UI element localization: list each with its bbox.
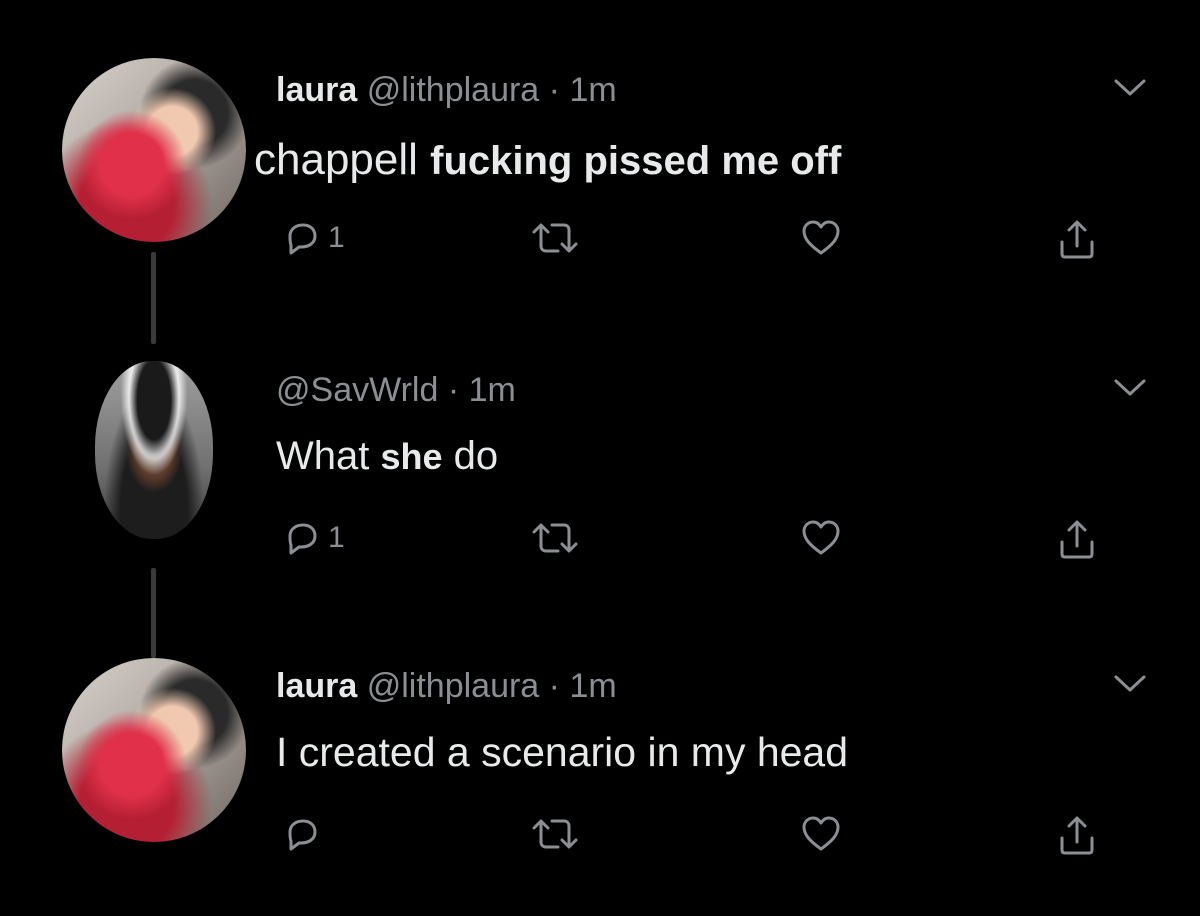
avatar[interactable]: [95, 361, 213, 539]
tweet-header: laura @lithplaura · 1m: [276, 666, 617, 706]
separator: ·: [548, 667, 560, 705]
tweet-text-part: do: [453, 434, 499, 478]
reply-count: 1: [328, 221, 345, 254]
chevron-down-icon[interactable]: [1112, 76, 1148, 100]
tweet[interactable]: laura @lithplaura · 1m chappell fucking …: [0, 58, 1200, 338]
retweet-button[interactable]: [530, 814, 580, 854]
share-button[interactable]: [1056, 518, 1098, 562]
tweet-actions: 1: [0, 518, 1200, 578]
handle[interactable]: @lithplaura: [367, 667, 540, 705]
like-button[interactable]: [800, 518, 842, 558]
tweet-text-part: I created a scenario in my head: [276, 729, 849, 775]
retweet-icon: [532, 223, 578, 253]
tweet-text-part: What: [276, 434, 370, 478]
tweet-header: laura @lithplaura · 1m: [276, 70, 617, 110]
reply-button[interactable]: 1: [282, 518, 345, 558]
reply-icon: [288, 223, 317, 255]
timestamp[interactable]: 1m: [569, 71, 616, 109]
timestamp[interactable]: 1m: [469, 371, 516, 409]
tweet-actions: [0, 814, 1200, 874]
share-icon: [1060, 520, 1094, 559]
retweet-button[interactable]: [530, 518, 580, 558]
separator: ·: [548, 71, 560, 109]
tweet-text: What she do: [276, 432, 498, 481]
display-name[interactable]: laura: [276, 71, 357, 109]
heart-icon: [802, 520, 840, 555]
timestamp[interactable]: 1m: [569, 667, 616, 705]
chevron-down-icon[interactable]: [1112, 376, 1148, 400]
share-button[interactable]: [1056, 814, 1098, 858]
tweet-text: I created a scenario in my head: [276, 728, 848, 776]
heart-icon: [802, 220, 840, 255]
like-button[interactable]: [800, 814, 842, 854]
share-button[interactable]: [1056, 218, 1098, 262]
separator: ·: [447, 371, 460, 409]
retweet-icon: [532, 523, 578, 553]
reply-count: 1: [328, 521, 345, 554]
reply-icon: [288, 819, 317, 851]
thread-line: [151, 568, 156, 658]
reply-button[interactable]: 1: [282, 218, 345, 258]
handle[interactable]: @SavWrld: [276, 371, 438, 409]
tweet-text-part: fucking pissed me off: [430, 139, 842, 183]
heart-icon: [802, 816, 840, 851]
display-name[interactable]: laura: [276, 667, 357, 705]
share-icon: [1060, 816, 1094, 855]
tweet-text-part: chappell: [254, 135, 418, 184]
like-button[interactable]: [800, 218, 842, 258]
tweet-text-part: she: [380, 436, 443, 477]
reply-icon: [288, 523, 317, 555]
handle[interactable]: @lithplaura: [367, 71, 540, 109]
reply-button[interactable]: [282, 814, 328, 854]
avatar[interactable]: [62, 58, 246, 242]
tweet-actions: 1: [0, 218, 1200, 278]
tweet[interactable]: @SavWrld · 1m What she do 1: [0, 358, 1200, 559]
retweet-button[interactable]: [530, 218, 580, 258]
tweet-text: chappell fucking pissed me off: [254, 134, 841, 187]
tweet[interactable]: laura @lithplaura · 1m I created a scena…: [0, 658, 1200, 888]
retweet-icon: [532, 819, 578, 849]
chevron-down-icon[interactable]: [1112, 672, 1148, 696]
share-icon: [1060, 220, 1094, 259]
tweet-header: @SavWrld · 1m: [276, 370, 516, 410]
